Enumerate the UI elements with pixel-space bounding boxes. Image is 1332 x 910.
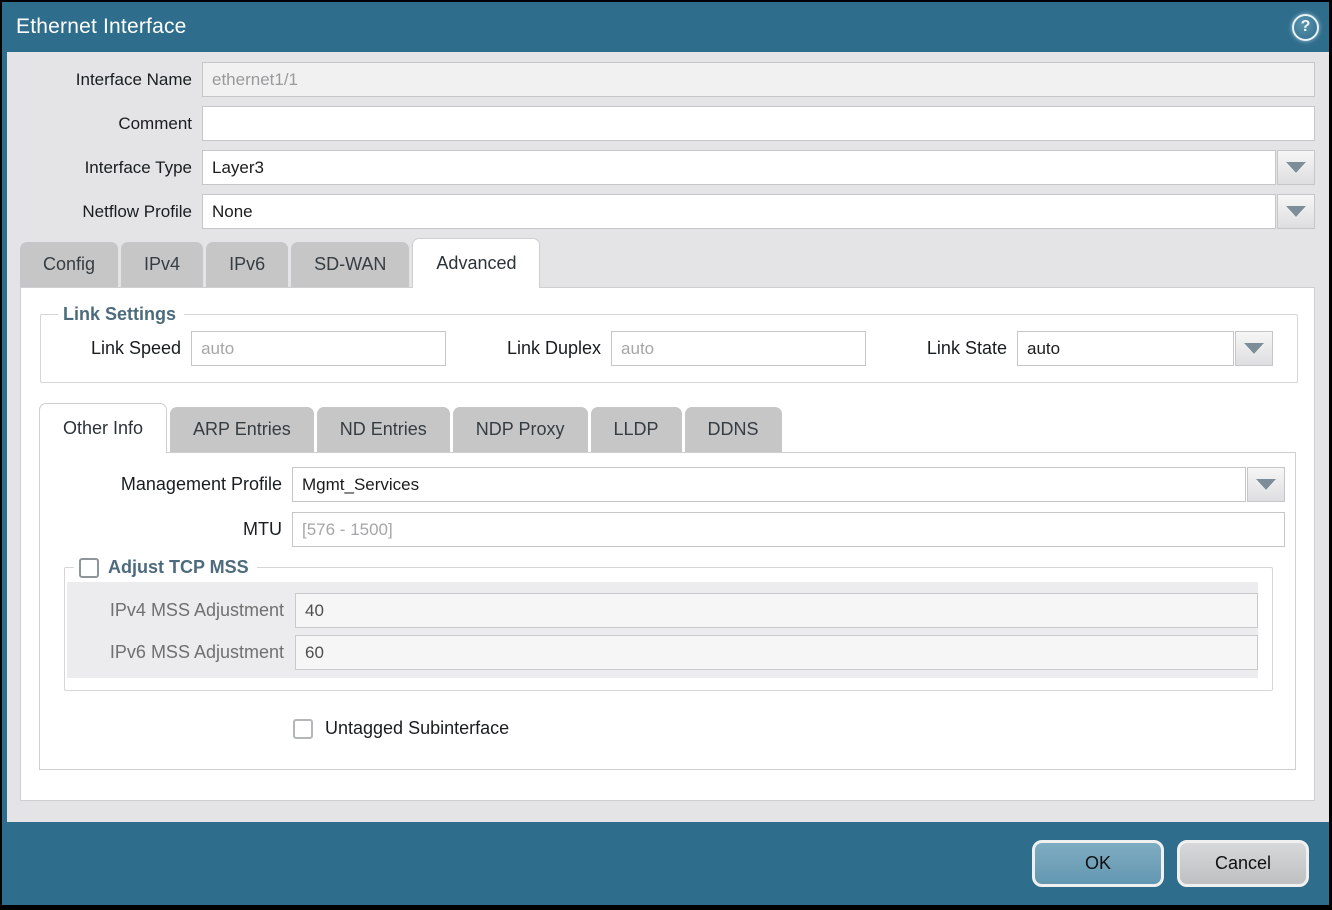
- interface-type-row: Interface Type: [7, 150, 1315, 185]
- management-profile-row: Management Profile: [40, 467, 1285, 502]
- ipv4-mss-row: IPv4 MSS Adjustment: [67, 593, 1258, 628]
- untagged-subinterface-row: Untagged Subinterface: [293, 718, 1285, 739]
- tab-sdwan[interactable]: SD-WAN: [291, 242, 409, 287]
- untagged-subinterface-checkbox[interactable]: [293, 719, 313, 739]
- link-state-select[interactable]: [1017, 331, 1273, 366]
- adjust-tcp-mss-legend: Adjust TCP MSS: [74, 557, 257, 578]
- tab-config[interactable]: Config: [20, 242, 118, 287]
- link-settings-fieldset: Link Settings Link Speed Link Duplex Lin…: [40, 304, 1298, 383]
- comment-input[interactable]: [202, 106, 1315, 141]
- link-speed-input[interactable]: [191, 331, 446, 366]
- link-duplex-label: Link Duplex: [507, 338, 611, 359]
- link-duplex-input[interactable]: [611, 331, 866, 366]
- netflow-profile-row: Netflow Profile: [7, 194, 1315, 229]
- untagged-subinterface-label: Untagged Subinterface: [325, 718, 509, 739]
- interface-type-label: Interface Type: [7, 158, 202, 178]
- link-state-dropdown-button[interactable]: [1235, 331, 1273, 366]
- interface-name-label: Interface Name: [7, 70, 202, 90]
- ethernet-interface-dialog: Ethernet Interface ? Interface Name Comm…: [2, 2, 1329, 905]
- link-speed-field: Link Speed: [91, 331, 446, 366]
- interface-type-select[interactable]: [202, 150, 1315, 185]
- tab-advanced[interactable]: Advanced: [412, 238, 540, 288]
- comment-row: Comment: [7, 106, 1315, 141]
- chevron-down-icon: [1256, 479, 1276, 490]
- adjust-tcp-mss-fieldset: Adjust TCP MSS IPv4 MSS Adjustment IPv6 …: [64, 557, 1273, 691]
- link-state-field: Link State: [927, 331, 1273, 366]
- adjust-tcp-mss-checkbox[interactable]: [79, 558, 99, 578]
- link-state-value[interactable]: [1017, 331, 1234, 366]
- advanced-tab-panel: Link Settings Link Speed Link Duplex Lin…: [20, 287, 1315, 801]
- tab-nd-entries[interactable]: ND Entries: [317, 407, 450, 452]
- interface-type-dropdown-button[interactable]: [1277, 150, 1315, 185]
- tab-ipv6[interactable]: IPv6: [206, 242, 288, 287]
- tab-lldp[interactable]: LLDP: [591, 407, 682, 452]
- mtu-input[interactable]: [292, 512, 1285, 547]
- management-profile-value[interactable]: [292, 467, 1246, 502]
- chevron-down-icon: [1244, 343, 1264, 354]
- link-settings-legend: Link Settings: [58, 304, 184, 325]
- ipv4-mss-input: [295, 593, 1258, 628]
- interface-type-value[interactable]: [202, 150, 1276, 185]
- mtu-row: MTU: [40, 512, 1285, 547]
- ok-button[interactable]: OK: [1032, 840, 1164, 887]
- link-duplex-field: Link Duplex: [507, 331, 866, 366]
- management-profile-dropdown-button[interactable]: [1247, 467, 1285, 502]
- link-speed-label: Link Speed: [91, 338, 191, 359]
- netflow-profile-label: Netflow Profile: [7, 202, 202, 222]
- ipv6-mss-label: IPv6 MSS Adjustment: [67, 642, 295, 663]
- tab-arp-entries[interactable]: ARP Entries: [170, 407, 314, 452]
- netflow-profile-dropdown-button[interactable]: [1277, 194, 1315, 229]
- general-form: Interface Name Comment Interface Type Ne…: [7, 52, 1329, 229]
- netflow-profile-select[interactable]: [202, 194, 1315, 229]
- link-settings-row: Link Speed Link Duplex Link State: [51, 331, 1287, 366]
- interface-name-row: Interface Name: [7, 62, 1315, 97]
- mtu-label: MTU: [40, 519, 292, 540]
- other-info-panel: Management Profile MTU: [39, 452, 1296, 770]
- management-profile-select[interactable]: [292, 467, 1285, 502]
- adjust-tcp-mss-label: Adjust TCP MSS: [108, 557, 249, 578]
- title-bar: Ethernet Interface ?: [2, 2, 1329, 52]
- mss-disabled-area: IPv4 MSS Adjustment IPv6 MSS Adjustment: [67, 582, 1258, 678]
- ipv6-mss-input: [295, 635, 1258, 670]
- ipv4-mss-label: IPv4 MSS Adjustment: [67, 600, 295, 621]
- tab-ddns[interactable]: DDNS: [685, 407, 782, 452]
- ipv6-mss-row: IPv6 MSS Adjustment: [67, 635, 1258, 670]
- link-state-label: Link State: [927, 338, 1017, 359]
- sub-tab-strip: Other Info ARP Entries ND Entries NDP Pr…: [39, 403, 1298, 452]
- tab-ipv4[interactable]: IPv4: [121, 242, 203, 287]
- interface-name-input: [202, 62, 1315, 97]
- tab-ndp-proxy[interactable]: NDP Proxy: [453, 407, 588, 452]
- cancel-button[interactable]: Cancel: [1177, 840, 1309, 887]
- netflow-profile-value[interactable]: [202, 194, 1276, 229]
- chevron-down-icon: [1286, 162, 1306, 173]
- management-profile-label: Management Profile: [40, 474, 292, 495]
- comment-label: Comment: [7, 114, 202, 134]
- main-tab-strip: Config IPv4 IPv6 SD-WAN Advanced: [20, 238, 1329, 287]
- chevron-down-icon: [1286, 206, 1306, 217]
- dialog-footer: OK Cancel: [2, 822, 1329, 905]
- help-icon[interactable]: ?: [1292, 14, 1319, 41]
- dialog-title: Ethernet Interface: [16, 15, 187, 39]
- dialog-body: Interface Name Comment Interface Type Ne…: [2, 52, 1329, 822]
- tab-other-info[interactable]: Other Info: [39, 403, 167, 453]
